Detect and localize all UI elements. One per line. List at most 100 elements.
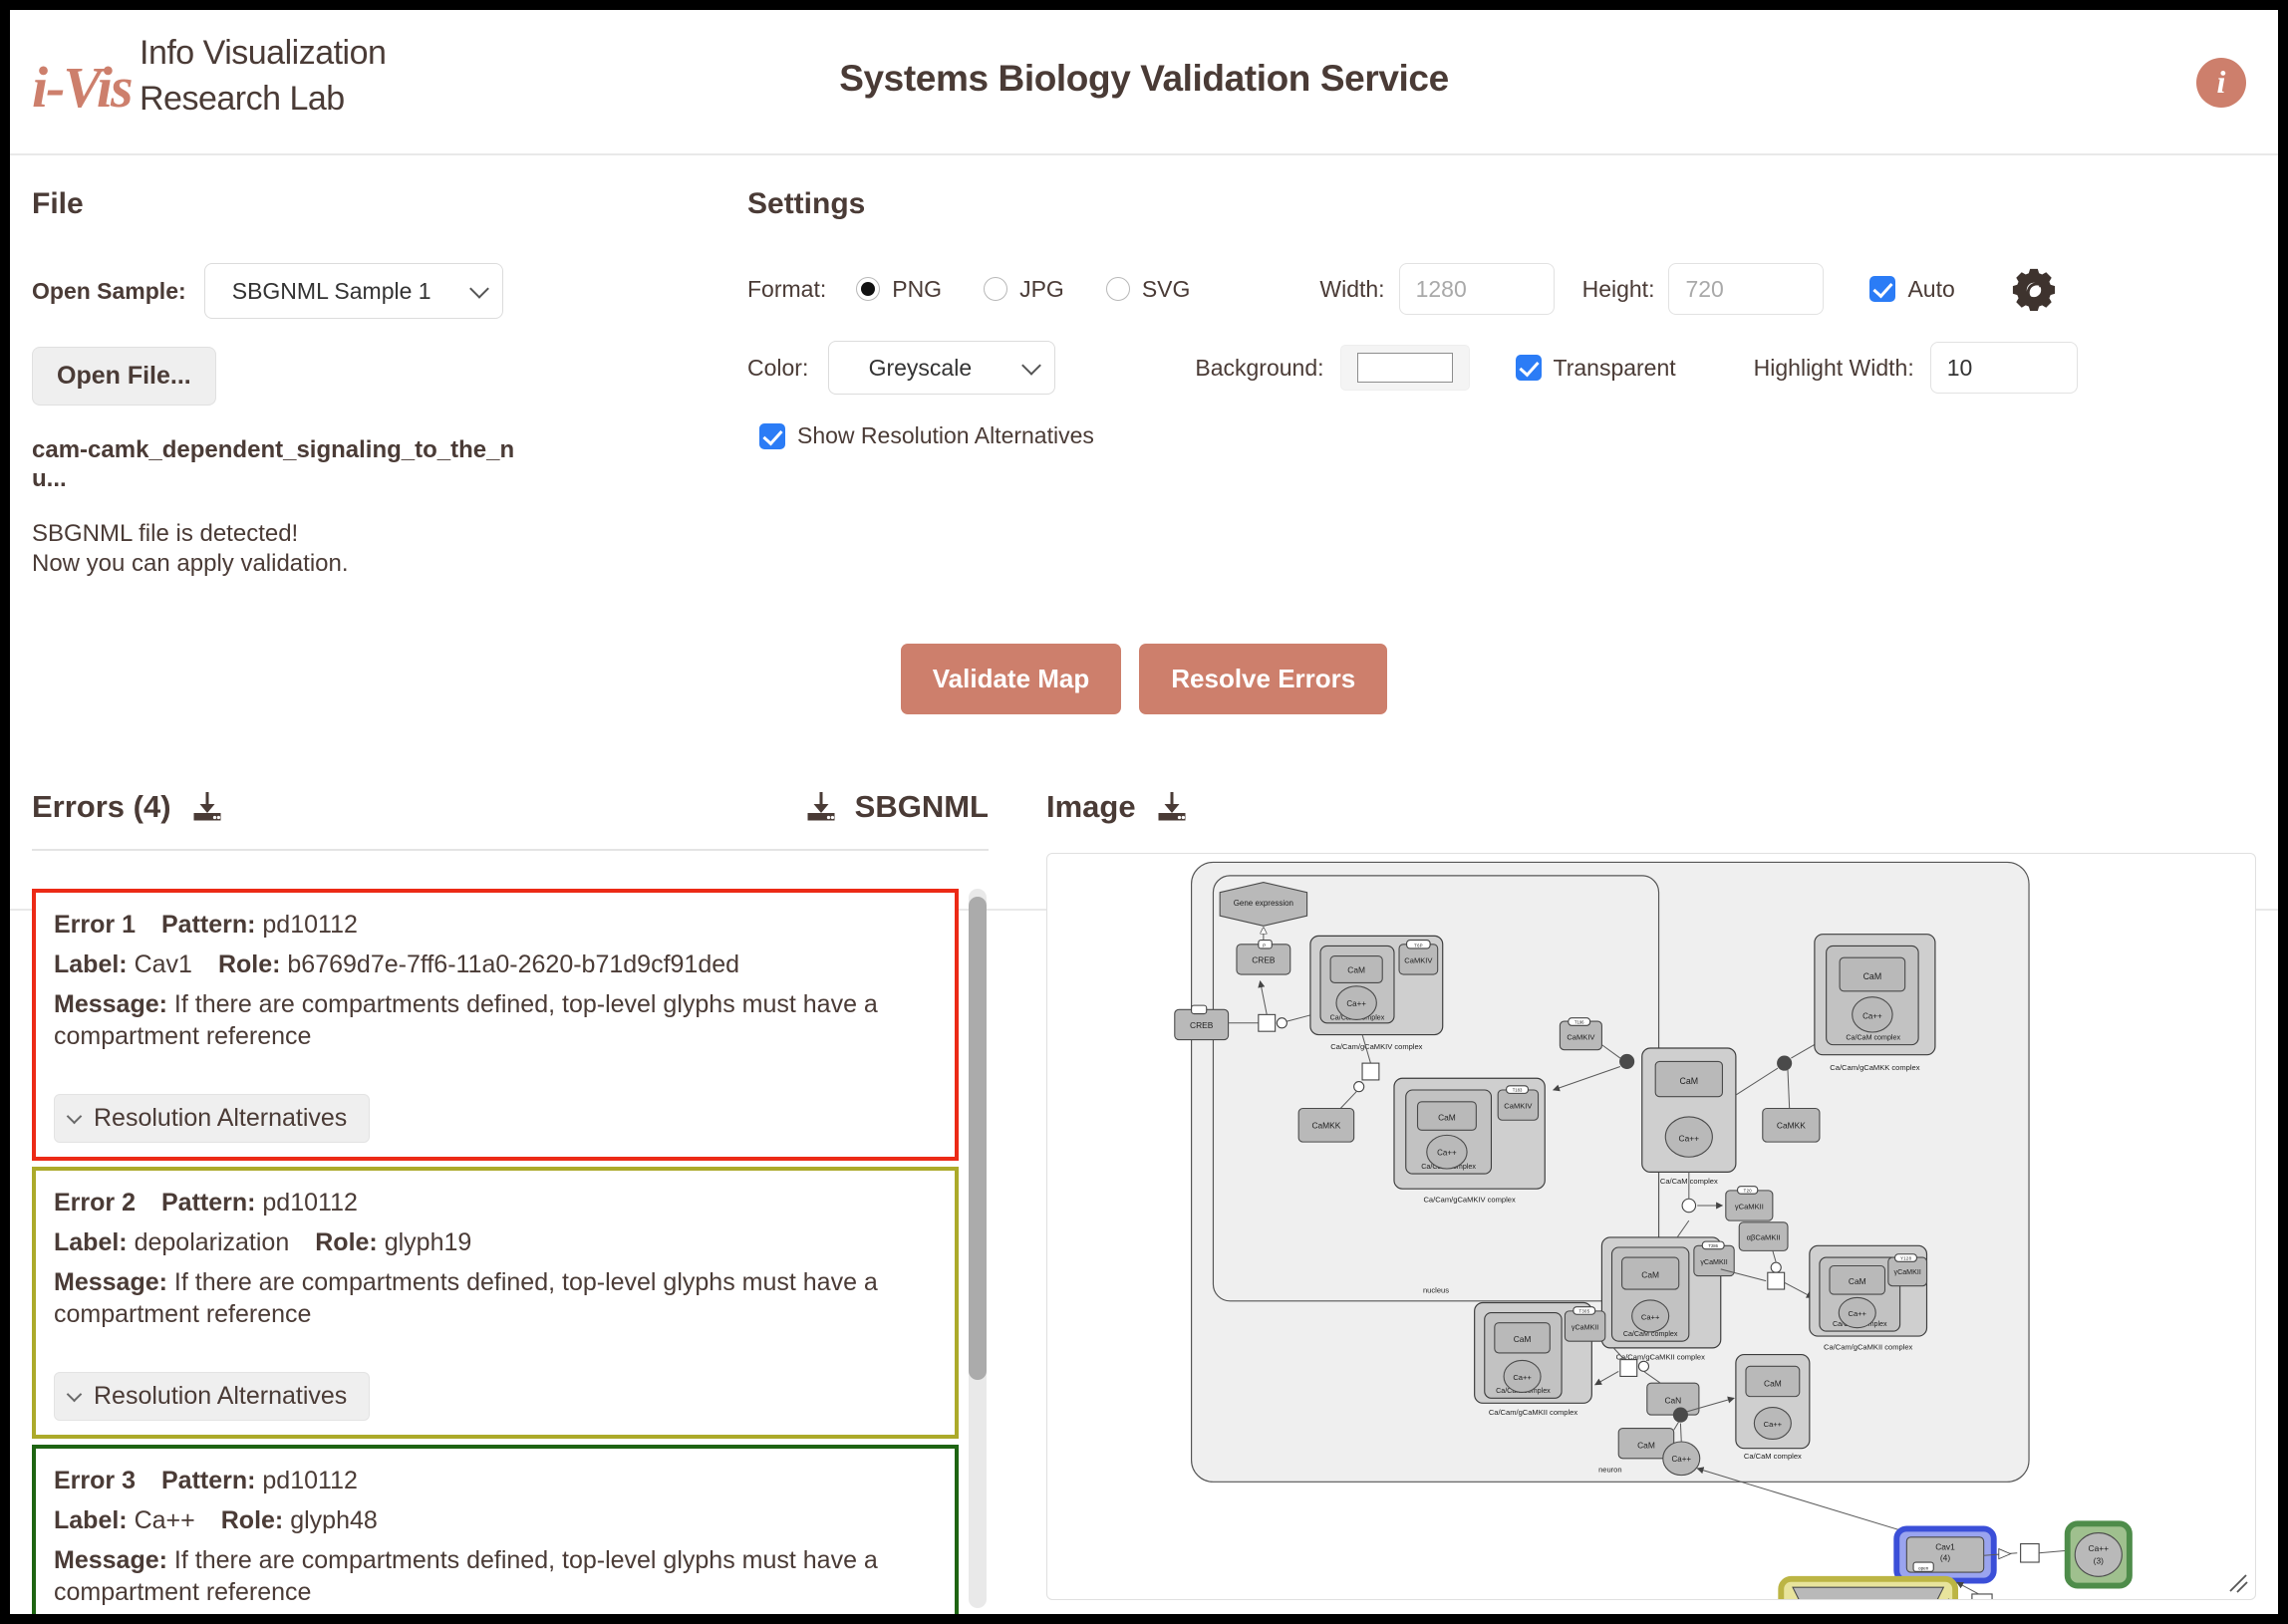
error-card[interactable]: Error 3 Pattern: pd10112 Label: Ca++ Role:… xyxy=(32,1445,959,1614)
label-value: depolarization xyxy=(134,1228,290,1256)
svg-text:CaM: CaM xyxy=(1438,1112,1456,1122)
svg-text:Y 1 2 8: Y 1 2 8 xyxy=(1900,1256,1911,1261)
svg-text:open: open xyxy=(1918,1566,1929,1571)
errors-scrollbar-thumb[interactable] xyxy=(969,897,987,1380)
color-label: Color: xyxy=(747,354,809,381)
label-value: Ca++ xyxy=(134,1506,195,1534)
page-title: Systems Biology Validation Service xyxy=(839,58,1449,99)
info-icon[interactable]: i xyxy=(2196,58,2246,108)
show-alternatives-checkbox-wrap[interactable]: Show Resolution Alternatives xyxy=(747,422,1094,449)
download-icon[interactable] xyxy=(1154,789,1190,825)
svg-text:CaM: CaM xyxy=(1347,964,1365,974)
svg-text:CaN: CaN xyxy=(1664,1395,1681,1405)
settings-section: Settings Format: PNG JPG SVG Width: 1280… xyxy=(747,187,2248,449)
image-title: Image xyxy=(1046,789,1136,824)
svg-text:(4): (4) xyxy=(1940,1552,1950,1562)
resolve-errors-button[interactable]: Resolve Errors xyxy=(1139,644,1388,714)
pattern-label: Pattern: xyxy=(160,911,256,939)
svg-text:αβCaMKII: αβCaMKII xyxy=(1747,1232,1781,1241)
auto-checkbox-wrap[interactable]: Auto xyxy=(1858,276,1955,303)
radio-png-label: PNG xyxy=(892,275,943,302)
resolution-alternatives-toggle[interactable]: Resolution Alternatives xyxy=(54,1094,371,1143)
results-region: Errors (4) SBGNML Error 1 Pattern: pd1011… xyxy=(10,765,2278,1614)
svg-text:Ca/CaM complex: Ca/CaM complex xyxy=(1846,1034,1900,1042)
resolution-alternatives-toggle[interactable]: Resolution Alternatives xyxy=(54,1372,371,1421)
download-icon[interactable] xyxy=(189,789,225,825)
label-label: Label: xyxy=(54,1228,128,1256)
radio-svg-label: SVG xyxy=(1141,275,1191,302)
error-label-line: Label: Ca++ Role: glyph48 xyxy=(54,1504,937,1536)
radio-option-svg[interactable]: SVG xyxy=(1094,275,1191,303)
show-alternatives-checkbox[interactable] xyxy=(759,422,785,449)
transparent-checkbox-wrap[interactable]: Transparent xyxy=(1504,355,1676,382)
svg-text:CaM: CaM xyxy=(1641,1269,1659,1279)
open-file-button[interactable]: Open File... xyxy=(32,347,216,406)
svg-text:Gene expression: Gene expression xyxy=(1234,899,1293,908)
radio-png-icon xyxy=(856,277,881,301)
image-preview-panel[interactable]: .cpt { fill:#efefef; stroke:#555; stroke… xyxy=(1046,853,2256,1600)
svg-text:CREB: CREB xyxy=(1190,1020,1214,1030)
radio-option-png[interactable]: PNG xyxy=(844,276,942,303)
svg-text:T183: T183 xyxy=(1513,1088,1523,1093)
background-label: Background: xyxy=(1195,354,1324,381)
width-input[interactable]: 1280 xyxy=(1398,263,1555,315)
error-label-line: Label: depolarization Role: glyph19 xyxy=(54,1226,937,1258)
pattern-value: pd10112 xyxy=(262,1467,358,1494)
svg-text:Cav1: Cav1 xyxy=(1935,1541,1955,1551)
sbgnml-download-label: SBGNML xyxy=(854,789,989,824)
svg-text:CaM: CaM xyxy=(1849,1276,1866,1286)
pattern-label: Pattern: xyxy=(160,1189,256,1217)
application-window: i-Vis Info Visualization Research Lab Sy… xyxy=(10,10,2278,1614)
label-label: Label: xyxy=(54,950,128,978)
role-value: b6769d7e-7ff6-11a0-2620-b71d9cf91ded xyxy=(287,950,740,978)
svg-text:Ca/Cam/gCaMKIV complex: Ca/Cam/gCaMKIV complex xyxy=(1423,1196,1515,1205)
svg-text:Ca/Cam/gCaMKII complex: Ca/Cam/gCaMKII complex xyxy=(1489,1408,1578,1417)
background-color-picker[interactable] xyxy=(1339,345,1470,391)
highlight-width-input[interactable]: 10 xyxy=(1929,342,2078,394)
resize-handle-icon[interactable] xyxy=(2227,1572,2249,1594)
color-row: Color: Greyscale Background: Transparent… xyxy=(747,341,2248,395)
svg-text:γCaMKII: γCaMKII xyxy=(1700,1258,1727,1266)
height-input[interactable]: 720 xyxy=(1668,263,1825,315)
svg-text:CaM: CaM xyxy=(1863,971,1882,981)
svg-text:CaM: CaM xyxy=(1514,1334,1532,1344)
message-label: Message: xyxy=(54,990,167,1018)
error-card[interactable]: Error 1 Pattern: pd10112 Label: Cav1 Role:… xyxy=(32,889,959,1161)
label-value: Cav1 xyxy=(134,950,192,978)
open-sample-row: Open Sample: SBGNML Sample 1 xyxy=(32,263,710,319)
file-status-line-2: Now you can apply validation. xyxy=(32,549,349,577)
svg-text:T196: T196 xyxy=(1574,1020,1584,1025)
error-header-line: Error 1 Pattern: pd10112 xyxy=(54,909,937,941)
sample-select[interactable]: SBGNML Sample 1 xyxy=(203,263,503,319)
file-section-title: File xyxy=(32,187,84,220)
pattern-value: pd10112 xyxy=(262,1189,358,1217)
svg-text:Ca/Cam/gCaMKII complex: Ca/Cam/gCaMKII complex xyxy=(1824,1343,1913,1352)
radio-svg-icon xyxy=(1105,277,1130,301)
sbgnml-download-button[interactable]: SBGNML xyxy=(803,789,989,825)
transparent-checkbox[interactable] xyxy=(1515,355,1542,381)
color-select[interactable]: Greyscale xyxy=(828,341,1056,395)
errors-divider xyxy=(32,849,989,851)
color-select-value: Greyscale xyxy=(868,354,973,381)
gear-reset-icon[interactable] xyxy=(2011,266,2057,312)
svg-text:γCaMKII: γCaMKII xyxy=(1894,1268,1921,1276)
svg-text:neuron: neuron xyxy=(1598,1465,1622,1474)
app-header: i-Vis Info Visualization Research Lab Sy… xyxy=(10,10,2278,155)
svg-text:Ca/Cam/gCaMKK complex: Ca/Cam/gCaMKK complex xyxy=(1830,1063,1919,1072)
role-label: Role: xyxy=(217,950,281,978)
sbgn-diagram: .cpt { fill:#efefef; stroke:#555; stroke… xyxy=(1174,861,2133,1599)
svg-text:P: P xyxy=(1263,943,1266,947)
pattern-value: pd10112 xyxy=(262,911,358,939)
svg-text:CaMKIV: CaMKIV xyxy=(1404,955,1432,964)
error-card[interactable]: Error 2 Pattern: pd10112 Label: depolariz… xyxy=(32,1167,959,1439)
validate-map-button[interactable]: Validate Map xyxy=(900,644,1122,714)
errors-list[interactable]: Error 1 Pattern: pd10112 Label: Cav1 Role:… xyxy=(32,889,959,1614)
errors-scrollbar[interactable] xyxy=(969,889,987,1608)
resolution-alternatives-label: Resolution Alternatives xyxy=(94,1382,348,1410)
svg-text:CaMKK: CaMKK xyxy=(1777,1121,1806,1131)
message-label: Message: xyxy=(54,1268,167,1296)
radio-option-jpg[interactable]: JPG xyxy=(972,276,1064,303)
auto-checkbox[interactable] xyxy=(1869,276,1896,302)
radio-jpg-label: JPG xyxy=(1019,275,1064,302)
role-value: glyph19 xyxy=(384,1228,472,1256)
